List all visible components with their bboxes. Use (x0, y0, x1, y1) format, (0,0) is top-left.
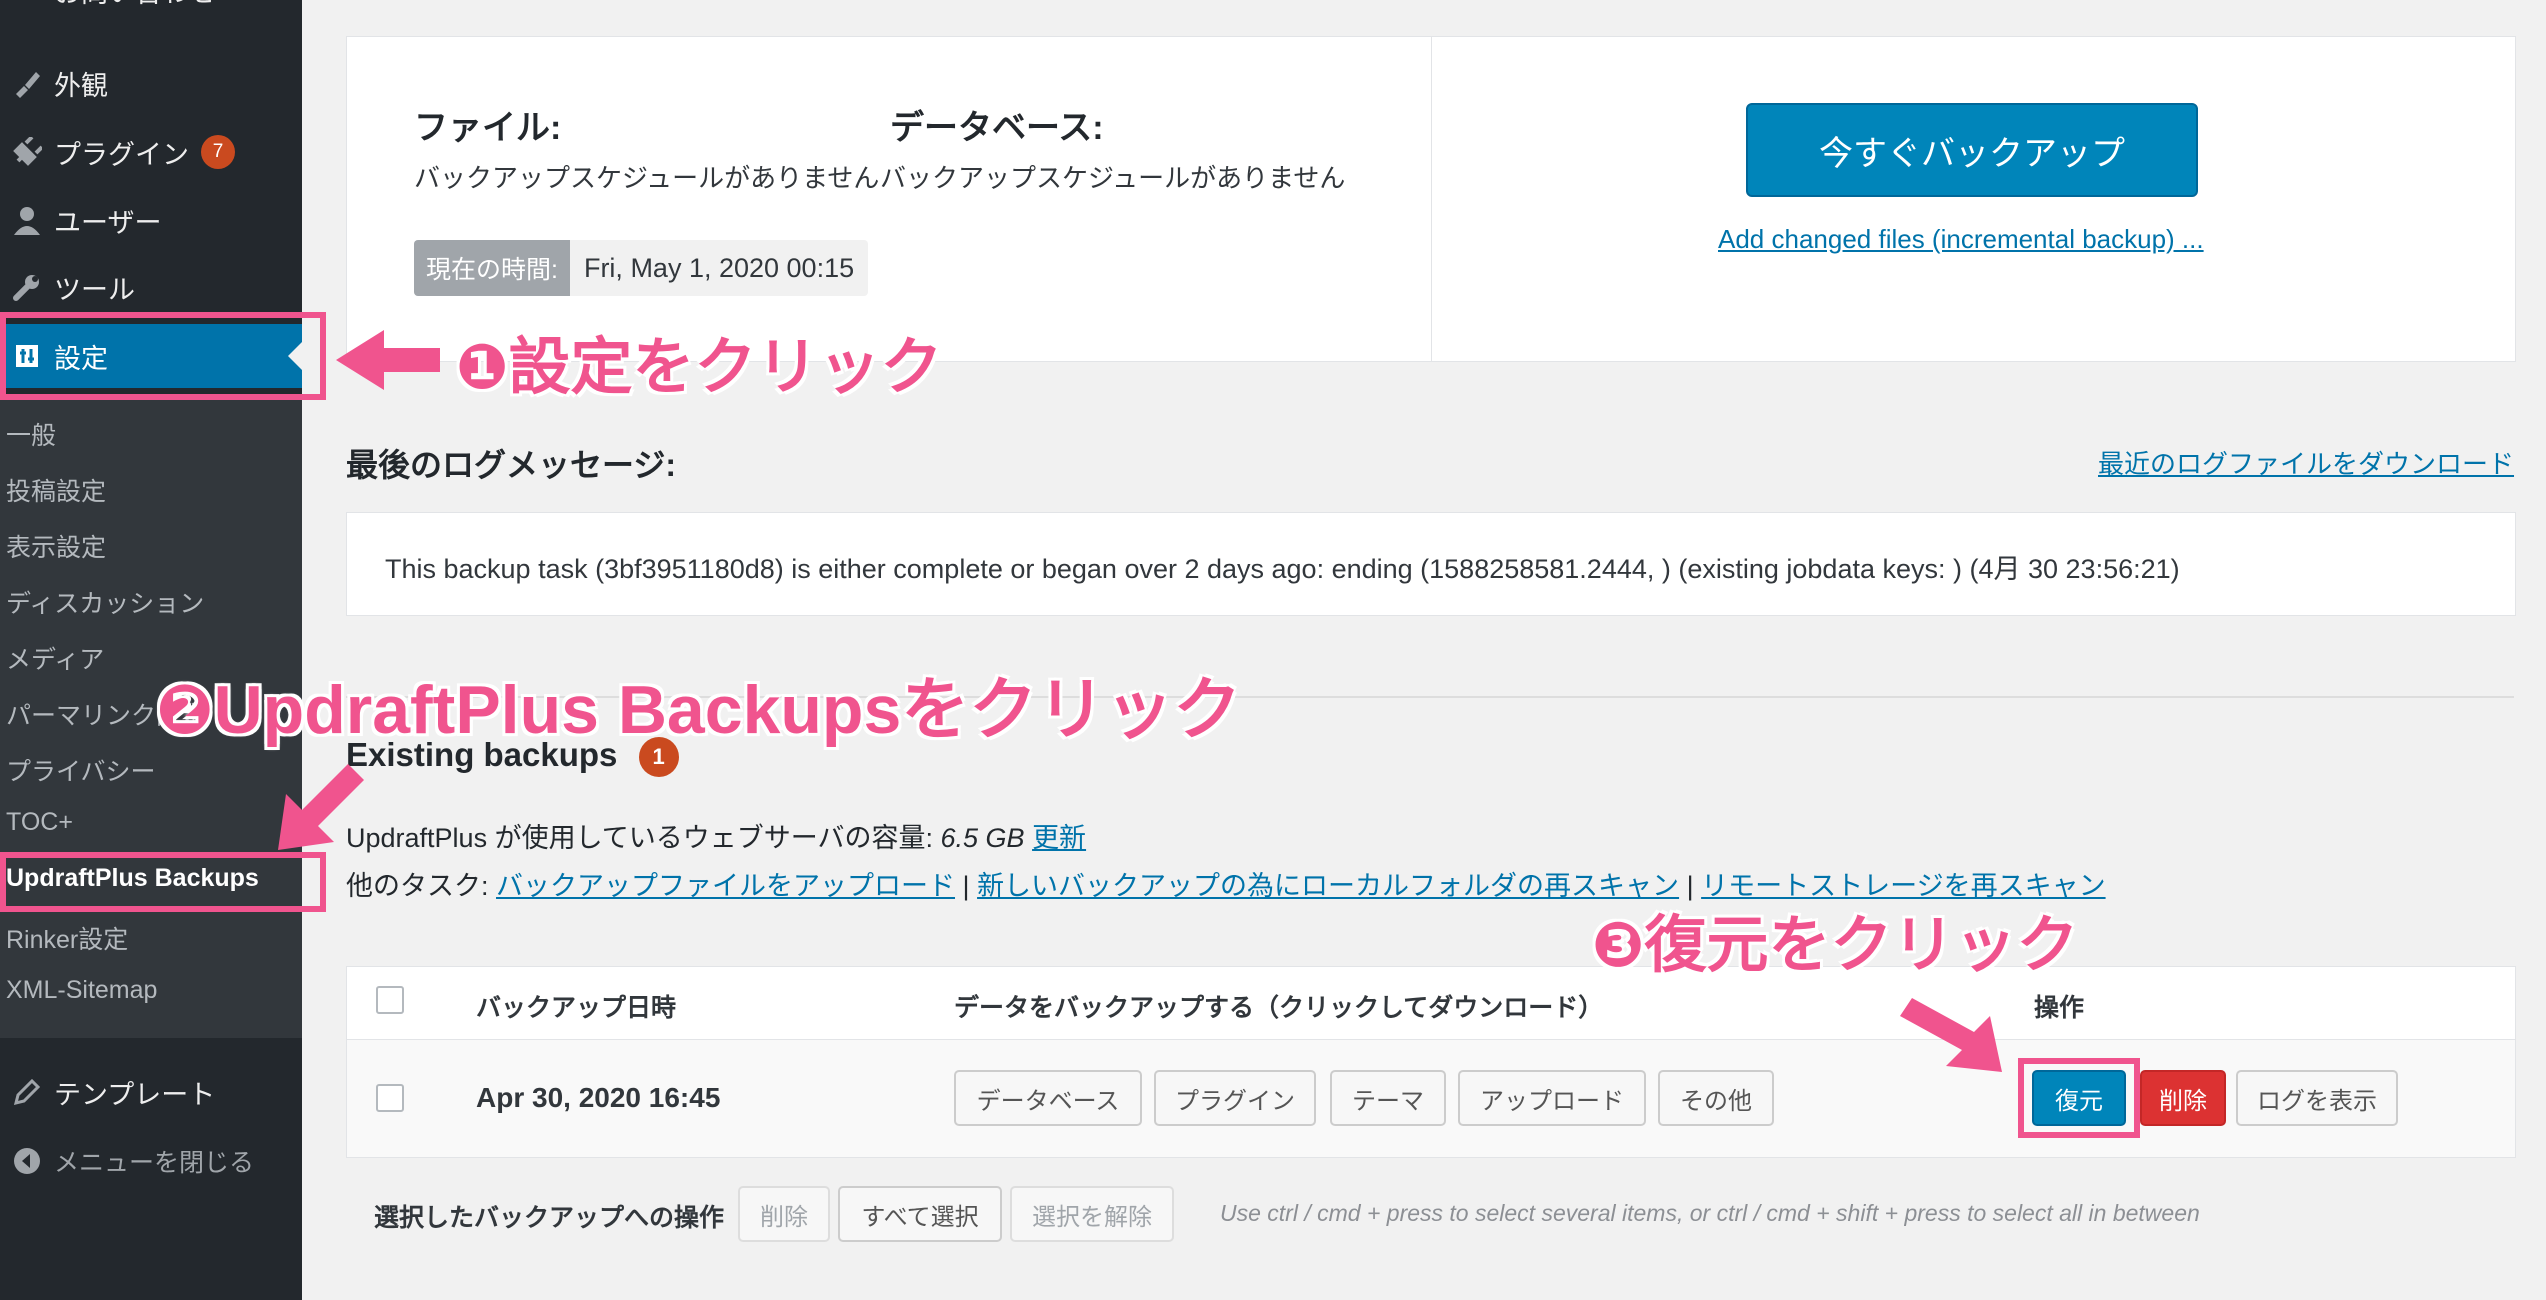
backup-now-button[interactable]: 今すぐバックアップ (1746, 103, 2198, 197)
other-tasks-label: 他のタスク: (346, 871, 497, 901)
rescan-local-link[interactable]: 新しいバックアップの為にローカルフォルダの再スキャン (977, 871, 1679, 901)
brush-icon (0, 68, 54, 98)
sidebar-item-plugins[interactable]: プラグイン 7 (0, 121, 302, 183)
current-time-label: 現在の時間: (414, 240, 570, 296)
annotation-highlight-updraftplus (0, 852, 326, 912)
select-all-button[interactable]: すべて選択 (838, 1186, 1002, 1242)
submenu-item-rinker[interactable]: Rinker設定 (6, 920, 128, 956)
incremental-backup-link[interactable]: Add changed files (incremental backup) .… (1718, 224, 2204, 255)
sidebar-item-label: プラグイン (54, 139, 189, 170)
annotation-highlight-restore (2018, 1058, 2140, 1138)
view-log-button[interactable]: ログを表示 (2236, 1070, 2398, 1126)
sidebar-item-label: ツール (54, 274, 135, 305)
download-database-button[interactable]: データベース (954, 1070, 1142, 1126)
log-message-text: This backup task (3bf3951180d8) is eithe… (385, 554, 2180, 584)
sidebar-item-tools[interactable]: ツール (0, 256, 302, 318)
download-plugins-button[interactable]: プラグイン (1154, 1070, 1316, 1126)
submenu-item-toc[interactable]: TOC+ (6, 808, 73, 837)
download-others-button[interactable]: その他 (1658, 1070, 1774, 1126)
delete-backup-button[interactable]: 削除 (2140, 1070, 2226, 1126)
database-heading: データベース: (890, 109, 1104, 147)
deselect-button[interactable]: 選択を解除 (1010, 1186, 1174, 1242)
files-heading: ファイル: (414, 109, 562, 147)
col-header-data: データをバックアップする（クリックしてダウンロード） (954, 994, 1604, 1022)
files-schedule-text: バックアップスケジュールがありません (414, 163, 880, 193)
submenu-item-xml-sitemap[interactable]: XML-Sitemap (6, 976, 157, 1005)
annotation-step1: ❶設定をクリック (456, 333, 943, 402)
download-themes-button[interactable]: テーマ (1330, 1070, 1446, 1126)
sidebar-item-label: テンプレート (54, 1079, 216, 1110)
sidebar-item-contact[interactable]: お問い合わせ (0, 0, 302, 10)
storage-usage-label: UpdraftPlus が使用しているウェブサーバの容量: (346, 823, 941, 853)
bulk-delete-button[interactable]: 削除 (738, 1186, 830, 1242)
sidebar-item-label: 外観 (54, 70, 108, 101)
sidebar-item-appearance[interactable]: 外観 (0, 52, 302, 114)
refresh-usage-link[interactable]: 更新 (1032, 823, 1086, 853)
download-log-link[interactable]: 最近のログファイルをダウンロード (2098, 444, 2514, 481)
backup-date: Apr 30, 2020 16:45 (476, 1082, 721, 1113)
annotation-arrow-down-left-icon (278, 764, 364, 850)
submenu-item-discussion[interactable]: ディスカッション (6, 584, 204, 620)
bulk-actions-label: 選択したバックアップへの操作 (374, 1204, 725, 1232)
log-message-box: This backup task (3bf3951180d8) is eithe… (346, 512, 2516, 616)
storage-usage-line: UpdraftPlus が使用しているウェブサーバの容量: 6.5 GB 更新 (346, 816, 1086, 855)
annotation-arrow-left-icon (336, 330, 440, 390)
database-schedule-text: バックアップスケジュールがありません (880, 163, 1346, 193)
submenu-item-reading[interactable]: 表示設定 (6, 528, 106, 564)
current-time-display: 現在の時間: Fri, May 1, 2020 00:15 (414, 240, 869, 296)
submenu-item-privacy[interactable]: プライバシー (6, 752, 156, 788)
submenu-item-general[interactable]: 一般 (6, 416, 56, 452)
last-log-heading: 最後のログメッセージ: (346, 447, 677, 483)
collapse-icon (0, 1146, 54, 1176)
wrench-icon (0, 272, 54, 302)
pencil-icon (0, 1077, 54, 1107)
annotation-highlight-settings (0, 312, 326, 400)
panel-divider (1431, 37, 1432, 361)
collapse-menu-button[interactable]: メニューを閉じる (0, 1130, 302, 1192)
col-header-date: バックアップ日時 (476, 994, 677, 1022)
sidebar-item-label: メニューを閉じる (54, 1149, 255, 1177)
separator: | (962, 871, 970, 901)
sidebar-item-label: ユーザー (54, 207, 162, 238)
backup-status-panel (346, 36, 2516, 362)
download-uploads-button[interactable]: アップロード (1458, 1070, 1646, 1126)
selection-hint-text: Use ctrl / cmd + press to select several… (1220, 1200, 2200, 1226)
sidebar-item-template[interactable]: テンプレート (0, 1061, 302, 1123)
user-icon (0, 205, 54, 235)
col-header-actions: 操作 (2034, 994, 2085, 1022)
annotation-step2: ❷UpdraftPlus Backupsをクリック (156, 672, 1242, 748)
annotation-step3: ❸復元をクリック (1592, 911, 2079, 980)
admin-sidebar: お問い合わせ 外観 プラグイン 7 ユーザー ツール 設定 一般 投稿設定 (0, 0, 302, 1300)
select-all-checkbox[interactable] (376, 986, 404, 1014)
sidebar-item-label: お問い合わせ (54, 0, 216, 10)
plugin-icon (0, 137, 54, 167)
submenu-item-writing[interactable]: 投稿設定 (6, 472, 106, 508)
submenu-item-media[interactable]: メディア (6, 640, 104, 676)
storage-usage-value: 6.5 GB (940, 823, 1025, 853)
current-time-value: Fri, May 1, 2020 00:15 (583, 252, 855, 283)
upload-backup-link[interactable]: バックアップファイルをアップロード (496, 871, 955, 901)
sidebar-item-users[interactable]: ユーザー (0, 189, 302, 251)
row-checkbox[interactable] (376, 1084, 404, 1112)
annotation-arrow-down-right-icon (1900, 998, 2002, 1072)
plugin-update-badge: 7 (201, 135, 235, 169)
